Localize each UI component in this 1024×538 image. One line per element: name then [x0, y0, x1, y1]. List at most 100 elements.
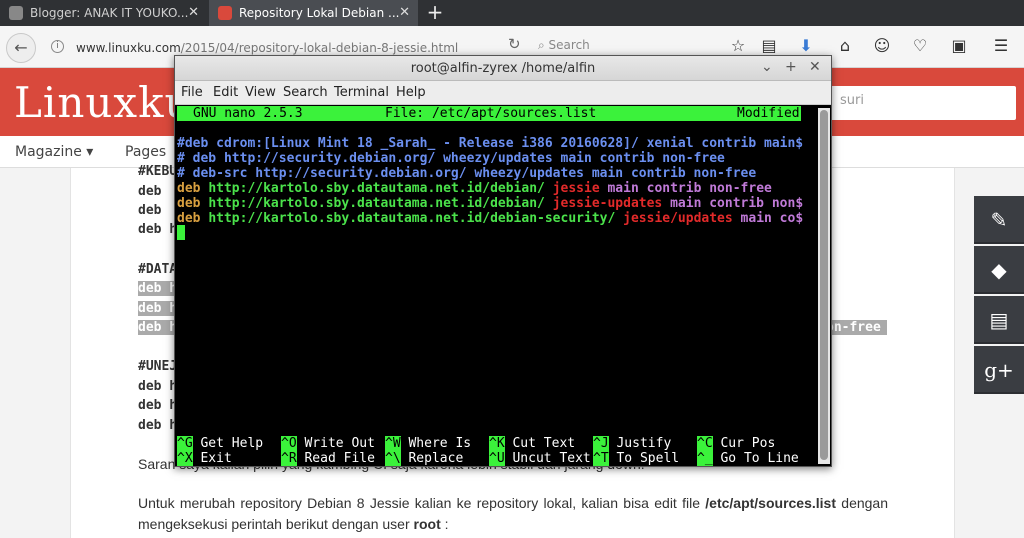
- nano-text-segment: main contrib non-free: [607, 181, 772, 196]
- nano-shortcut: ^J Justify: [593, 436, 671, 451]
- nano-text-segment: deb: [177, 196, 209, 211]
- nano-editor[interactable]: GNU nano 2.5.3 File: /etc/apt/sources.li…: [176, 105, 816, 466]
- bookmark-star-icon[interactable]: ☆: [729, 36, 747, 55]
- browser-search-input[interactable]: ⌕ Search: [538, 38, 590, 53]
- shortcut-label: Cut Text: [504, 436, 576, 451]
- code-line-highlighted: deb h: [138, 320, 178, 335]
- url-text[interactable]: www.linuxku.com/2015/04/repository-lokal…: [76, 41, 458, 55]
- nano-text-segment: main contrib non$: [670, 196, 804, 211]
- info-icon[interactable]: i: [51, 40, 64, 53]
- blogger-favicon-icon: [9, 6, 23, 20]
- reload-icon[interactable]: ↻: [508, 35, 521, 53]
- pocket-icon[interactable]: ♡: [911, 36, 929, 55]
- minimize-icon[interactable]: ⌄: [761, 59, 773, 75]
- close-tab-icon[interactable]: ✕: [188, 5, 199, 20]
- notes-star-icon[interactable]: ✎: [974, 196, 1024, 244]
- nano-shortcut: ^O Write Out: [281, 436, 375, 451]
- nano-shortcut: ^U Uncut Text: [489, 451, 591, 466]
- shortcut-label: Replace: [400, 451, 464, 466]
- shortcut-label: Read File: [296, 451, 375, 466]
- shortcut-key: ^R: [281, 451, 297, 466]
- code-line: deb h: [138, 398, 178, 413]
- tab-title: Repository Lokal Debian ...: [239, 6, 400, 20]
- browser-tab-blogger[interactable]: Blogger: ANAK IT YOUKO... ✕: [0, 0, 207, 26]
- code-line: #UNEJ: [138, 359, 178, 374]
- code-line: deb: [138, 203, 162, 218]
- linuxku-favicon-icon: [218, 6, 232, 20]
- tag-icon[interactable]: ◆: [974, 246, 1024, 294]
- scrollbar-thumb[interactable]: [820, 110, 828, 460]
- shortcut-key: ^G: [177, 436, 193, 451]
- google-plus-icon[interactable]: g+: [974, 346, 1024, 394]
- menu-item-pages[interactable]: Pages: [125, 144, 166, 160]
- menu-view[interactable]: View: [245, 85, 276, 100]
- user-name: root: [413, 516, 441, 532]
- nano-shortcut: ^X Exit: [177, 451, 232, 466]
- code-line: deb: [138, 184, 162, 199]
- nano-text-line: deb http://kartolo.sby.datautama.net.id/…: [177, 181, 772, 196]
- nano-text-segment: jessie/updates: [623, 211, 741, 226]
- shortcut-key: ^C: [697, 436, 713, 451]
- terminal-titlebar[interactable]: root@alfin-zyrex /home/alfin ⌄ + ✕: [175, 56, 831, 81]
- nano-text-segment: http://kartolo.sby.datautama.net.id/debi…: [208, 211, 624, 226]
- menu-help[interactable]: Help: [396, 85, 426, 100]
- nano-text-line: deb http://kartolo.sby.datautama.net.id/…: [177, 211, 803, 226]
- shortcut-label: Uncut Text: [504, 451, 591, 466]
- shortcut-key: ^T: [593, 451, 609, 466]
- shortcut-key: ^_: [697, 451, 713, 466]
- nano-text-segment: http://kartolo.sby.datautama.net.id/debi…: [208, 196, 553, 211]
- nano-text-segment: deb: [177, 211, 209, 226]
- close-tab-icon[interactable]: ✕: [399, 5, 410, 20]
- terminal-scrollbar[interactable]: [818, 108, 830, 464]
- nano-text-segment: # deb http://security.debian.org/ wheezy…: [177, 151, 725, 166]
- terminal-window[interactable]: root@alfin-zyrex /home/alfin ⌄ + ✕ File …: [174, 55, 832, 467]
- nano-text-line: # deb-src http://security.debian.org/ wh…: [177, 166, 756, 181]
- code-line-highlighted: deb h: [138, 301, 178, 316]
- nano-file-name: File: /etc/apt/sources.list: [385, 106, 597, 121]
- nano-shortcut: ^_ Go To Line: [697, 451, 799, 466]
- nano-text-line: #deb cdrom:[Linux Mint 18 _Sarah_ - Rele…: [177, 136, 803, 151]
- nano-text-segment: http://kartolo.sby.datautama.net.id/debi…: [208, 181, 553, 196]
- menu-search[interactable]: Search: [283, 85, 328, 100]
- emoji-icon[interactable]: ☺: [873, 36, 891, 55]
- menu-edit[interactable]: Edit: [213, 85, 238, 100]
- shortcut-key: ^X: [177, 451, 193, 466]
- shortcut-label: Go To Line: [712, 451, 799, 466]
- nano-text-segment: # deb-src http://security.debian.org/ wh…: [177, 166, 757, 181]
- back-button[interactable]: ←: [6, 33, 36, 63]
- nano-shortcut: ^\ Replace: [385, 451, 463, 466]
- terminal-title: root@alfin-zyrex /home/alfin: [410, 61, 596, 76]
- nano-text-line: deb http://kartolo.sby.datautama.net.id/…: [177, 196, 803, 211]
- shortcut-key: ^\: [385, 451, 401, 466]
- shortcut-key: ^U: [489, 451, 505, 466]
- browser-tab-bar: Blogger: ANAK IT YOUKO... ✕ Repository L…: [0, 0, 1024, 26]
- nano-shortcut: ^R Read File: [281, 451, 375, 466]
- tab-title: Blogger: ANAK IT YOUKO...: [30, 6, 189, 20]
- nano-text-segment: #deb cdrom:[Linux Mint 18 _Sarah_ - Rele…: [177, 136, 804, 151]
- close-window-icon[interactable]: ✕: [809, 59, 821, 75]
- shortcut-label: Where Is: [400, 436, 472, 451]
- nano-version: GNU nano 2.5.3: [193, 106, 303, 121]
- hamburger-menu-icon[interactable]: ☰: [992, 36, 1010, 55]
- reading-list-icon[interactable]: ▤: [760, 36, 778, 55]
- archive-icon[interactable]: ▤: [974, 296, 1024, 344]
- nano-shortcut: ^G Get Help: [177, 436, 263, 451]
- nano-text-line: # deb http://security.debian.org/ wheezy…: [177, 151, 725, 166]
- menu-item-magazine[interactable]: Magazine ▾: [15, 144, 93, 160]
- shortcut-key: ^O: [281, 436, 297, 451]
- menu-terminal[interactable]: Terminal: [334, 85, 389, 100]
- home-icon[interactable]: ⌂: [836, 36, 854, 55]
- download-icon[interactable]: ⬇: [797, 36, 815, 55]
- code-line: deb h: [138, 222, 178, 237]
- site-search-input[interactable]: suri: [826, 86, 1016, 120]
- nano-status: Modified: [737, 106, 800, 121]
- extension-icon[interactable]: ▣: [950, 36, 968, 55]
- maximize-icon[interactable]: +: [785, 59, 797, 75]
- code-line-highlighted: deb h: [138, 281, 178, 296]
- shortcut-key: ^J: [593, 436, 609, 451]
- browser-tab-linuxku[interactable]: Repository Lokal Debian ... ✕: [209, 0, 418, 26]
- new-tab-button[interactable]: +: [424, 0, 446, 26]
- menu-file[interactable]: File: [181, 85, 203, 100]
- file-path: /etc/apt/sources.list: [705, 495, 836, 511]
- nano-text-segment: jessie-updates: [552, 196, 671, 211]
